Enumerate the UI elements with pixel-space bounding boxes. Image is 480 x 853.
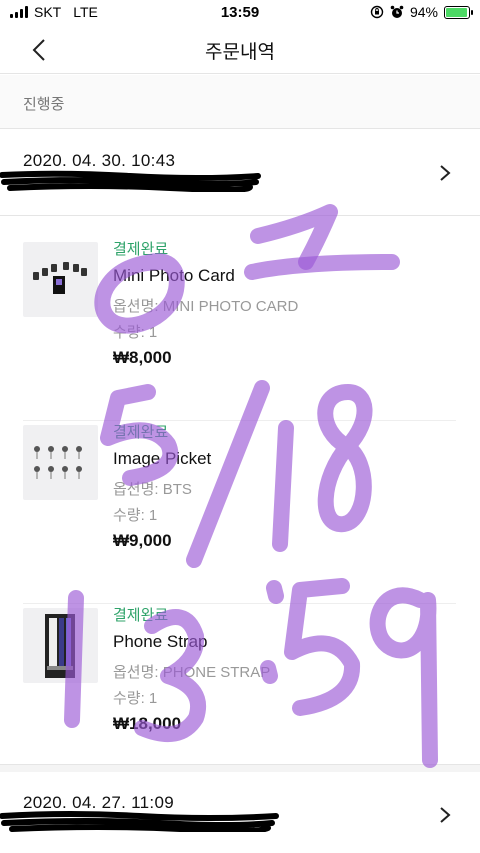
product-image-mini-photo-card	[23, 242, 98, 317]
battery-level-fill	[446, 7, 467, 17]
product-image-image-picket	[23, 425, 98, 500]
order-header-2[interactable]: 2020. 04. 27. 11:09	[0, 772, 480, 853]
order-item[interactable]: 결제완료 Phone Strap 옵션명: PHONE STRAP 수량: 1 …	[23, 604, 456, 764]
redaction-scribble	[0, 170, 261, 192]
product-option: 옵션명: PHONE STRAP	[113, 664, 271, 681]
nav-bar: 주문내역	[0, 26, 480, 74]
product-option: 옵션명: MINI PHOTO CARD	[113, 298, 299, 315]
order-item[interactable]: 결제완료 Image Picket 옵션명: BTS 수량: 1 ₩9,000	[23, 421, 456, 604]
chevron-right-icon[interactable]	[438, 806, 452, 824]
order-divider	[0, 764, 480, 772]
product-quantity: 수량: 1	[113, 690, 158, 707]
order-item[interactable]: 결제완료 Mini Photo Card 옵션명: MINI PHOTO CAR…	[23, 238, 456, 421]
order-date: 2020. 04. 30. 10:43	[23, 151, 176, 170]
product-option: 옵션명: BTS	[113, 481, 192, 498]
product-name: Image Picket	[113, 449, 212, 468]
alarm-icon	[390, 5, 404, 18]
payment-status: 결제완료	[113, 241, 169, 258]
section-header-in-progress: 진행중	[0, 75, 480, 129]
product-price: ₩18,000	[113, 714, 182, 733]
chevron-right-icon[interactable]	[438, 164, 452, 182]
battery-percent: 94%	[409, 4, 438, 20]
payment-status: 결제완료	[113, 424, 169, 441]
product-name: Phone Strap	[113, 632, 208, 651]
status-bar: SKT LTE 13:59 94%	[0, 0, 480, 26]
product-quantity: 수량: 1	[113, 507, 158, 524]
orientation-lock-icon	[370, 5, 384, 19]
battery-icon	[444, 5, 473, 19]
order-header-1[interactable]: 2020. 04. 30. 10:43	[0, 130, 480, 216]
product-name: Mini Photo Card	[113, 266, 235, 285]
product-quantity: 수량: 1	[113, 324, 158, 341]
product-price: ₩9,000	[113, 531, 172, 550]
product-image-phone-strap	[23, 608, 98, 683]
redaction-scribble	[0, 811, 279, 832]
section-label: 진행중	[23, 96, 65, 113]
status-right: 94%	[370, 4, 473, 20]
payment-status: 결제완료	[113, 607, 169, 624]
page-title: 주문내역	[205, 42, 275, 63]
product-price: ₩8,000	[113, 348, 172, 367]
